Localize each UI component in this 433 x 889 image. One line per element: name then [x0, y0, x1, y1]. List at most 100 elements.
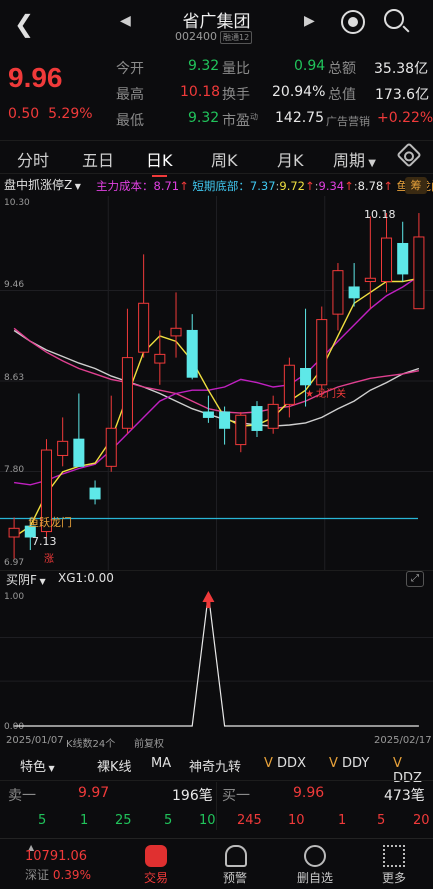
nav-alert[interactable]: 预警	[205, 839, 265, 889]
short-bottom-value: 7.37	[249, 179, 276, 193]
tool-nine-turns[interactable]: 神奇九转	[189, 756, 241, 775]
tool-ddx[interactable]: V DDX	[264, 756, 306, 771]
end-date: 2025/02/17	[374, 735, 432, 746]
sell-detail-2: 1	[80, 813, 89, 828]
nav-trade[interactable]: 交易	[126, 839, 186, 889]
candle-body-9	[154, 353, 166, 364]
sub-axis-bottom: 0.00	[4, 722, 24, 732]
high-label: 最高	[116, 87, 144, 103]
candle-body-0	[8, 527, 20, 538]
buy-one-price: 9.96	[293, 785, 325, 801]
buy-detail-4: 5	[377, 813, 386, 828]
indicator-toolbar: 特色 ▼ 裸K线 MA 神奇九转 V DDX V DDY V DDZ	[0, 752, 433, 786]
market-cap-value: 173.6亿	[375, 87, 430, 103]
index-value[interactable]: 10791.06	[25, 849, 87, 864]
candle-body-8	[138, 302, 150, 353]
main-cost-value: 8.71	[153, 179, 180, 193]
search-icon[interactable]	[384, 9, 404, 29]
xg1-line	[14, 593, 419, 727]
indicator-v1: 9.72	[279, 179, 305, 193]
buy-detail-1: 245	[237, 813, 262, 828]
chip-distribution-button[interactable]: 筹	[405, 177, 427, 194]
candle-count: K线数24个	[66, 739, 116, 750]
candle-body-13	[219, 411, 231, 429]
sub-indicator-label: 买阴F	[6, 573, 37, 587]
tool-ddz-label: DDZ	[393, 771, 422, 786]
low-marker-label: 7.13	[32, 535, 57, 548]
tool-feature[interactable]: 特色 ▼	[20, 756, 55, 775]
candle-body-19	[316, 319, 328, 386]
xg-value: 0.00	[87, 571, 114, 585]
vip-icon: V	[329, 756, 338, 771]
xg-label: XG1:	[58, 571, 88, 585]
tool-ddy-label: DDY	[342, 756, 370, 771]
limit-up-marker: 涨	[44, 553, 54, 565]
tool-ddy[interactable]: V DDY	[329, 756, 369, 771]
candle-body-21	[348, 286, 360, 299]
tab-weekly-k[interactable]: 周K	[211, 147, 238, 171]
sub-line	[14, 591, 419, 727]
divider	[0, 780, 433, 781]
sector-change: +0.22%	[377, 110, 433, 126]
tab-five-day[interactable]: 五日	[82, 147, 114, 171]
sub-indicator-selector[interactable]: 买阴F ▼	[6, 571, 46, 588]
nav-more-label: 更多	[381, 871, 406, 885]
candle-body-5	[89, 487, 101, 500]
tool-ddz[interactable]: V DDZ	[393, 756, 433, 786]
sell-detail-5: 10	[199, 813, 216, 828]
sell-detail-4: 5	[164, 813, 173, 828]
price-tick-697: 6.97	[4, 558, 24, 568]
vip-icon: V	[393, 756, 402, 771]
indicator-values: 主力成本：8.71↑ 短期底部：7.37:9.72↑:9.34↑:8.78↑ 鱼…	[96, 178, 433, 194]
short-bottom-label: 短期底部：	[192, 179, 250, 193]
price-tick-863: 8.63	[4, 373, 24, 383]
candlestick-chart[interactable]: 10.30 9.46 8.63 7.80 6.97 10.18 7.13 鱼跃龙…	[0, 196, 433, 570]
price-tick-1030: 10.30	[4, 198, 30, 208]
tab-daily-k[interactable]: 日K	[146, 147, 173, 177]
stock-code: 002400	[175, 30, 217, 43]
longmen-gate-label: 龙门关	[316, 387, 346, 400]
tab-intraday[interactable]: 分时	[17, 147, 49, 171]
sell-one-price: 9.97	[78, 785, 110, 801]
sub-axis-top: 1.00	[4, 592, 24, 602]
indicator-selector[interactable]: 盘中抓涨停Z ▼	[4, 176, 81, 193]
tool-ddx-label: DDX	[277, 756, 306, 771]
sell-detail-1: 5	[38, 813, 47, 828]
sub-indicator-chart: 1.00 0.00	[0, 591, 433, 732]
index-name: 深证	[25, 868, 50, 882]
buy-detail-5: 20	[413, 813, 430, 828]
minus-circle-icon	[304, 845, 326, 867]
change-value: 0.50	[8, 106, 40, 122]
next-stock-arrow-icon[interactable]: ▶	[304, 13, 315, 29]
adjust-mode: 前复权	[134, 739, 164, 750]
change-percent: 5.29%	[48, 106, 93, 122]
candle-body-12	[202, 411, 214, 418]
pe-label: 市盈动	[222, 110, 258, 130]
tool-ma[interactable]: MA	[151, 756, 171, 771]
nav-trade-label: 交易	[143, 871, 168, 885]
tab-period[interactable]: 周期 ▼	[333, 147, 376, 171]
nav-remove-watchlist[interactable]: 删自选	[285, 839, 345, 889]
turnover-amount-value: 35.38亿	[374, 61, 429, 77]
buy-one-label: 买一	[222, 788, 250, 804]
candle-body-16	[267, 403, 279, 429]
volume-ratio-label: 量比	[222, 61, 250, 77]
sector-label[interactable]: 广告营销	[326, 113, 370, 129]
market-cap-label: 总值	[328, 87, 356, 103]
index-pct: 0.39%	[52, 868, 91, 882]
indicator-v2: 9.34	[318, 179, 345, 193]
tab-monthly-k[interactable]: 月K	[277, 147, 304, 171]
divider	[216, 782, 217, 830]
yuyue-longmen-label: 鱼跃龙门	[28, 515, 72, 529]
tool-naked-k[interactable]: 裸K线	[97, 756, 132, 775]
xg-readout: XG1:0.00	[58, 571, 114, 585]
assistant-robot-icon[interactable]	[341, 10, 365, 34]
expand-icon[interactable]: ⤢	[406, 571, 424, 587]
candle-body-15	[251, 406, 263, 431]
tool-feature-label: 特色	[20, 760, 47, 775]
trade-icon	[145, 845, 167, 867]
nav-more[interactable]: 更多	[364, 839, 424, 889]
candle-body-4	[73, 438, 85, 467]
price-tick-780: 7.80	[4, 465, 24, 475]
sell-one-label: 卖一	[8, 788, 36, 804]
